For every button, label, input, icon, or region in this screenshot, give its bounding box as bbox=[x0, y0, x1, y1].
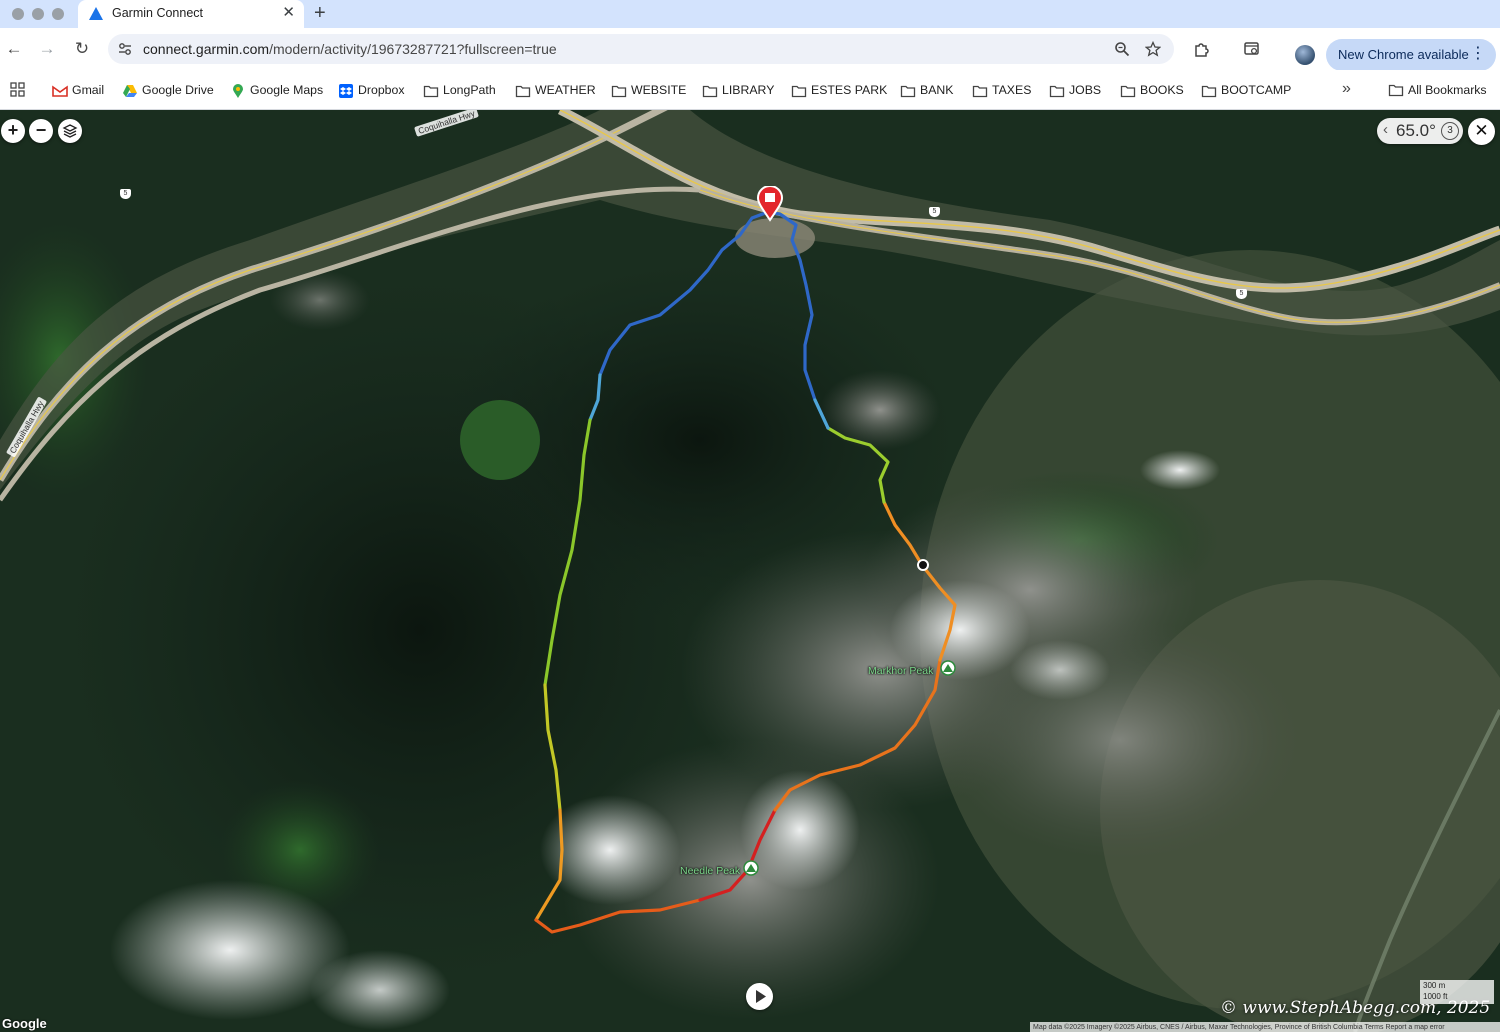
bookmark-label: WEATHER bbox=[535, 83, 596, 97]
google-logo: Google bbox=[2, 1016, 47, 1031]
start-marker-icon[interactable] bbox=[756, 186, 784, 222]
browser-toolbar: ← → ↻ connect.garmin.com/modern/activity… bbox=[0, 28, 1500, 70]
bookmark-star-icon[interactable] bbox=[1145, 41, 1161, 57]
folder-icon bbox=[1388, 84, 1404, 97]
tilt-left-chevron-icon[interactable]: ‹ bbox=[1383, 121, 1388, 138]
bookmark-label: LongPath bbox=[443, 83, 496, 97]
minimize-window-button[interactable] bbox=[32, 8, 44, 20]
layers-icon bbox=[62, 124, 78, 138]
scale-imperial: 1000 ft bbox=[1423, 992, 1448, 1001]
tab-search-icon[interactable] bbox=[1243, 40, 1261, 58]
update-chrome-button[interactable]: New Chrome available ⋮ bbox=[1326, 39, 1496, 71]
zoom-in-button[interactable]: + bbox=[1, 119, 25, 143]
reload-button[interactable]: ↻ bbox=[72, 39, 92, 59]
address-bar[interactable]: connect.garmin.com/modern/activity/19673… bbox=[108, 34, 1174, 64]
zoom-icon[interactable] bbox=[1114, 41, 1130, 57]
play-icon bbox=[756, 990, 766, 1003]
all-bookmarks-label: All Bookmarks bbox=[1408, 83, 1487, 97]
needle-peak-label: Needle Peak bbox=[680, 865, 741, 877]
play-flyover-button[interactable] bbox=[746, 983, 773, 1010]
maximize-window-button[interactable] bbox=[52, 8, 64, 20]
summit-needle-icon[interactable] bbox=[743, 860, 759, 876]
tab-title: Garmin Connect bbox=[112, 6, 204, 20]
activity-map[interactable]: Markhor Peak Needle Peak Coquihalla Hwy … bbox=[0, 110, 1500, 1032]
apps-grid-icon[interactable] bbox=[10, 82, 26, 98]
profile-avatar[interactable] bbox=[1295, 45, 1315, 65]
update-chrome-label: New Chrome available bbox=[1338, 47, 1469, 62]
bookmark-label: Google Drive bbox=[142, 83, 214, 97]
bookmark-label: BANK bbox=[920, 83, 954, 97]
exit-fullscreen-button[interactable]: ✕ bbox=[1468, 118, 1495, 145]
markhor-peak-label: Markhor Peak bbox=[868, 665, 934, 677]
route-shield: 5 bbox=[1236, 289, 1247, 299]
garmin-triangle-icon bbox=[89, 7, 103, 20]
new-tab-button[interactable]: + bbox=[314, 2, 326, 24]
more-bookmarks-chevron-icon[interactable]: » bbox=[1342, 80, 1351, 98]
bookmark-label: Dropbox bbox=[358, 83, 405, 97]
url-host: connect.garmin.com bbox=[143, 41, 270, 57]
tab-close-icon[interactable]: ✕ bbox=[282, 4, 295, 22]
bookmark-label: Google Maps bbox=[250, 83, 324, 97]
back-button[interactable]: ← bbox=[4, 39, 24, 59]
forward-button[interactable]: → bbox=[37, 39, 57, 59]
satellite-imagery bbox=[0, 110, 1500, 1032]
bookmark-label: Gmail bbox=[72, 83, 105, 97]
bookmark-label: LIBRARY bbox=[722, 83, 775, 97]
tilt-value: 65.0° bbox=[1396, 121, 1436, 140]
route-shield: 5 bbox=[929, 207, 940, 217]
site-settings-icon[interactable] bbox=[117, 41, 133, 57]
tab-strip: Garmin Connect ✕ + bbox=[0, 0, 1500, 28]
summit-markhor-icon[interactable] bbox=[940, 660, 956, 676]
bookmark-label: ESTES PARK bbox=[811, 83, 888, 97]
bookmark-label: BOOKS bbox=[1140, 83, 1184, 97]
zoom-out-button[interactable]: − bbox=[29, 119, 53, 143]
url-text[interactable]: connect.garmin.com/modern/activity/19673… bbox=[143, 41, 557, 57]
map-scale: 300 m 1000 ft bbox=[1420, 980, 1494, 1004]
more-menu-icon[interactable]: ⋮ bbox=[1470, 44, 1486, 64]
map-layers-button[interactable] bbox=[58, 119, 82, 143]
map-attribution: Map data ©2025 Imagery ©2025 Airbus, CNE… bbox=[1030, 1022, 1500, 1032]
route-shield: 5 bbox=[120, 189, 131, 199]
close-window-button[interactable] bbox=[12, 8, 24, 20]
tilt-rotate-icon[interactable]: 3 bbox=[1441, 122, 1459, 140]
bookmark-label: WEBSITE bbox=[631, 83, 687, 97]
bookmark-label: JOBS bbox=[1069, 83, 1102, 97]
tilt-control[interactable]: ‹ 65.0° 3 bbox=[1377, 118, 1463, 144]
url-path: /modern/activity/19673287721?fullscreen=… bbox=[269, 41, 557, 57]
bookmark-label: BOOTCAMP bbox=[1221, 83, 1292, 97]
extensions-icon[interactable] bbox=[1193, 40, 1211, 58]
tab-garmin-connect[interactable]: Garmin Connect ✕ bbox=[78, 0, 304, 28]
scale-metric: 300 m bbox=[1423, 981, 1446, 990]
bookmark-label: TAXES bbox=[992, 83, 1032, 97]
